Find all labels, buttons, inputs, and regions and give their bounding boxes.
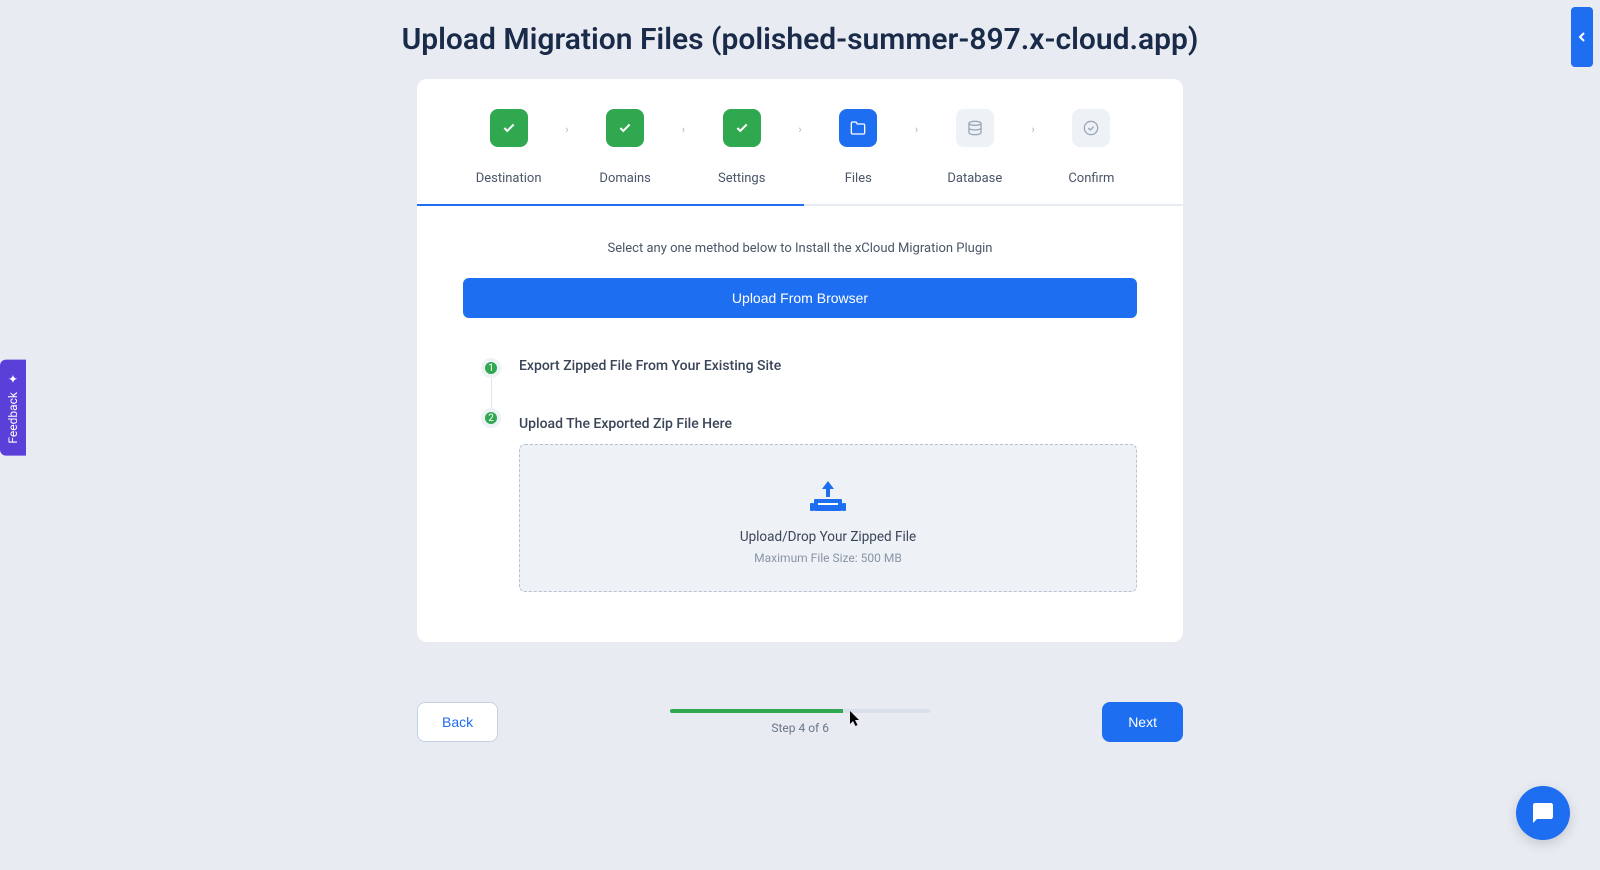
stepper-progress-fill [417,204,804,206]
side-collapse-button[interactable] [1571,7,1593,67]
footer-progress-fill [670,709,843,713]
content-area: Select any one method below to Install t… [417,206,1183,642]
substep-number-2: 2 [481,408,501,428]
wizard-card: Destination › Domains › Settings › Files… [417,79,1183,642]
page-title: Upload Migration Files (polished-summer-… [0,0,1600,79]
stepper: Destination › Domains › Settings › Files… [417,79,1183,186]
upload-icon [540,479,1116,515]
step-database[interactable]: Database [918,109,1031,186]
check-icon [723,109,761,147]
upload-from-browser-button[interactable]: Upload From Browser [463,278,1137,318]
dropzone-subtitle: Maximum File Size: 500 MB [540,551,1116,565]
file-dropzone[interactable]: Upload/Drop Your Zipped File Maximum Fil… [519,444,1137,592]
dropzone-title: Upload/Drop Your Zipped File [540,529,1116,545]
stepper-progress-line [417,204,1183,206]
step-label: Files [845,171,872,186]
step-destination[interactable]: Destination [452,109,565,186]
step-label: Database [947,171,1002,186]
sparkle-icon: ✦ [6,372,20,386]
footer-step-text: Step 4 of 6 [670,721,930,735]
step-label: Confirm [1068,171,1114,186]
feedback-tab[interactable]: Feedback ✦ [0,360,26,456]
check-icon [490,109,528,147]
folder-icon [839,109,877,147]
step-label: Destination [476,171,542,186]
check-icon [606,109,644,147]
confirm-icon [1072,109,1110,147]
step-label: Domains [599,171,650,186]
database-icon [956,109,994,147]
chevron-left-icon [1578,31,1586,43]
step-confirm[interactable]: Confirm [1035,109,1148,186]
step-label: Settings [718,171,765,186]
chat-icon [1531,801,1555,825]
footer-progress: Step 4 of 6 [670,709,930,735]
substep-connector [491,378,492,408]
step-files[interactable]: Files [802,109,915,186]
back-button[interactable]: Back [417,702,498,742]
step-settings[interactable]: Settings [685,109,798,186]
substep-title-1: Export Zipped File From Your Existing Si… [519,358,1137,374]
instruction-text: Select any one method below to Install t… [463,241,1137,256]
substep-number-1: 1 [481,358,501,378]
wizard-footer: Back Step 4 of 6 Next [417,702,1183,742]
step-domains[interactable]: Domains [569,109,682,186]
feedback-label: Feedback [6,392,20,444]
substep-title-2: Upload The Exported Zip File Here [519,416,1137,432]
next-button[interactable]: Next [1102,702,1183,742]
footer-progress-bar [670,709,930,713]
chat-fab[interactable] [1516,786,1570,840]
